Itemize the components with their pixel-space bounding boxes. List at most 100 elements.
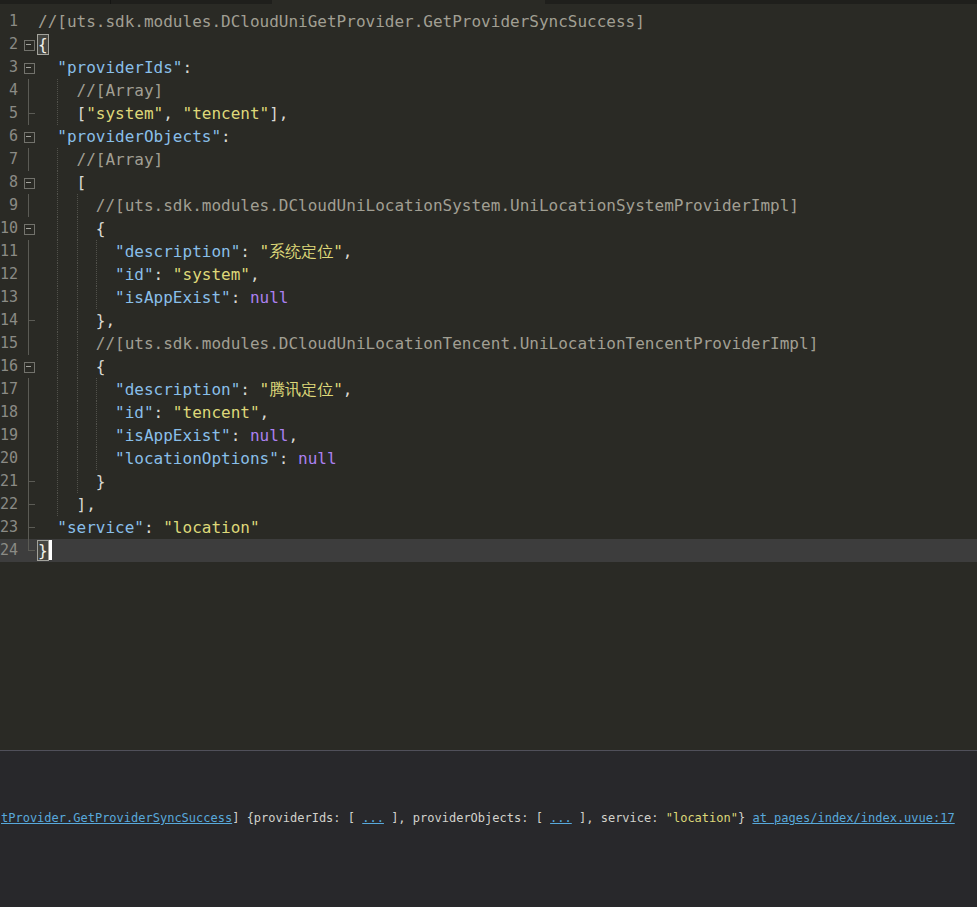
fold-toggle-icon[interactable] [18, 125, 38, 148]
token-key: "description" [115, 380, 240, 399]
code-line-22[interactable]: 22], [0, 493, 977, 516]
code-line-23[interactable]: 23"service": "location" [0, 516, 977, 539]
code-line-13[interactable]: 13"isAppExist": null [0, 286, 977, 309]
fold-guide [18, 401, 38, 424]
code-line-18[interactable]: 18"id": "tencent", [0, 401, 977, 424]
console-expand-link[interactable]: ... [550, 811, 572, 825]
indent-guide [57, 263, 58, 286]
fold-toggle-icon[interactable] [18, 355, 38, 378]
console-source-link[interactable]: tProvider.GetProviderSyncSuccess [1, 811, 232, 825]
token-key: "description" [115, 242, 240, 261]
code-line-5[interactable]: 5["system", "tencent"], [0, 102, 977, 125]
token-punctuation: , [260, 403, 270, 422]
token-punctuation: ], [77, 495, 96, 514]
token-punctuation: ], [269, 104, 288, 123]
token-key: "providerIds" [57, 58, 182, 77]
code-text: { [38, 33, 977, 56]
fold-toggle-icon[interactable] [18, 33, 38, 56]
indent-guide [96, 378, 97, 401]
code-line-15[interactable]: 15//[uts.sdk.modules.DCloudUniLocationTe… [0, 332, 977, 355]
console-expand-link[interactable]: ... [362, 811, 384, 825]
console-text: } [738, 811, 752, 825]
token-punctuation: , [288, 426, 298, 445]
line-number: 4 [0, 79, 18, 102]
fold-guide [18, 148, 38, 171]
line-number: 22 [0, 493, 18, 516]
code-text: //[uts.sdk.modules.DCloudUniLocationSyst… [38, 194, 977, 217]
code-text: "locationOptions": null [38, 447, 977, 470]
fold-toggle-icon[interactable] [18, 56, 38, 79]
code-line-21[interactable]: 21} [0, 470, 977, 493]
token-punctuation: { [96, 219, 106, 238]
token-key: "service" [57, 518, 144, 537]
code-line-2[interactable]: 2{ [0, 33, 977, 56]
console-log-line: tProvider.GetProviderSyncSuccess] {provi… [1, 808, 955, 828]
fold-guide [18, 332, 38, 355]
code-line-9[interactable]: 9//[uts.sdk.modules.DCloudUniLocationSys… [0, 194, 977, 217]
code-text: { [38, 355, 977, 378]
line-number: 24 [0, 539, 18, 562]
code-line-3[interactable]: 3"providerIds": [0, 56, 977, 79]
token-punctuation: }, [96, 311, 115, 330]
fold-guide [18, 102, 38, 125]
code-editor[interactable]: 1//[uts.sdk.modules.DCloudUniGetProvider… [0, 4, 977, 750]
indent-guide [57, 217, 58, 240]
code-line-4[interactable]: 4//[Array] [0, 79, 977, 102]
fold-toggle-icon[interactable] [18, 171, 38, 194]
code-text: [ [38, 171, 977, 194]
fold-guide [18, 493, 38, 516]
line-number: 21 [0, 470, 18, 493]
fold-guide [18, 263, 38, 286]
token-null: null [250, 288, 289, 307]
code-line-14[interactable]: 14}, [0, 309, 977, 332]
fold-guide [18, 240, 38, 263]
code-line-11[interactable]: 11"description": "系统定位", [0, 240, 977, 263]
token-comment: //[Array] [77, 150, 164, 169]
code-line-6[interactable]: 6"providerObjects": [0, 125, 977, 148]
fold-guide [18, 286, 38, 309]
code-text: ], [38, 493, 977, 516]
token-key: "id" [115, 403, 154, 422]
code-line-20[interactable]: 20"locationOptions": null [0, 447, 977, 470]
code-lines: 1//[uts.sdk.modules.DCloudUniGetProvider… [0, 10, 977, 562]
console-text: ], providerObjects: [ [384, 811, 550, 825]
code-line-16[interactable]: 16 { [0, 355, 977, 378]
token-punctuation: : [144, 518, 163, 537]
token-punctuation: [ [77, 104, 87, 123]
token-punctuation: : [183, 58, 193, 77]
console-text: ] {providerIds: [ [232, 811, 362, 825]
token-string: "系统定位" [260, 242, 343, 261]
code-text: ["system", "tencent"], [38, 102, 977, 125]
line-number: 23 [0, 516, 18, 539]
token-punctuation: : [231, 288, 250, 307]
matched-bracket: { [38, 35, 48, 54]
token-punctuation: , [163, 104, 182, 123]
line-number: 19 [0, 424, 18, 447]
line-number: 11 [0, 240, 18, 263]
code-line-24[interactable]: 24} [0, 539, 977, 562]
fold-guide [18, 516, 38, 539]
code-text: "providerObjects": [38, 125, 977, 148]
fold-guide [18, 194, 38, 217]
line-number: 10 [0, 217, 18, 240]
fold-toggle-icon[interactable] [18, 217, 38, 240]
indent-guide [77, 378, 78, 401]
code-line-10[interactable]: 10 { [0, 217, 977, 240]
code-text: }, [38, 309, 977, 332]
line-number: 16 [0, 355, 18, 378]
code-line-17[interactable]: 17"description": "腾讯定位", [0, 378, 977, 401]
line-number: 17 [0, 378, 18, 401]
token-punctuation: , [343, 242, 353, 261]
code-line-19[interactable]: 19"isAppExist": null, [0, 424, 977, 447]
code-line-1[interactable]: 1//[uts.sdk.modules.DCloudUniGetProvider… [0, 10, 977, 33]
fold-guide [18, 10, 38, 33]
token-comment: //[uts.sdk.modules.DCloudUniLocationTenc… [96, 334, 818, 353]
code-line-7[interactable]: 7//[Array] [0, 148, 977, 171]
fold-guide [18, 378, 38, 401]
token-punctuation: : [231, 426, 250, 445]
line-number: 13 [0, 286, 18, 309]
console-location-link[interactable]: at pages/index/index.uvue:17 [752, 811, 954, 825]
code-line-8[interactable]: 8[ [0, 171, 977, 194]
line-number: 8 [0, 171, 18, 194]
code-line-12[interactable]: 12"id": "system", [0, 263, 977, 286]
